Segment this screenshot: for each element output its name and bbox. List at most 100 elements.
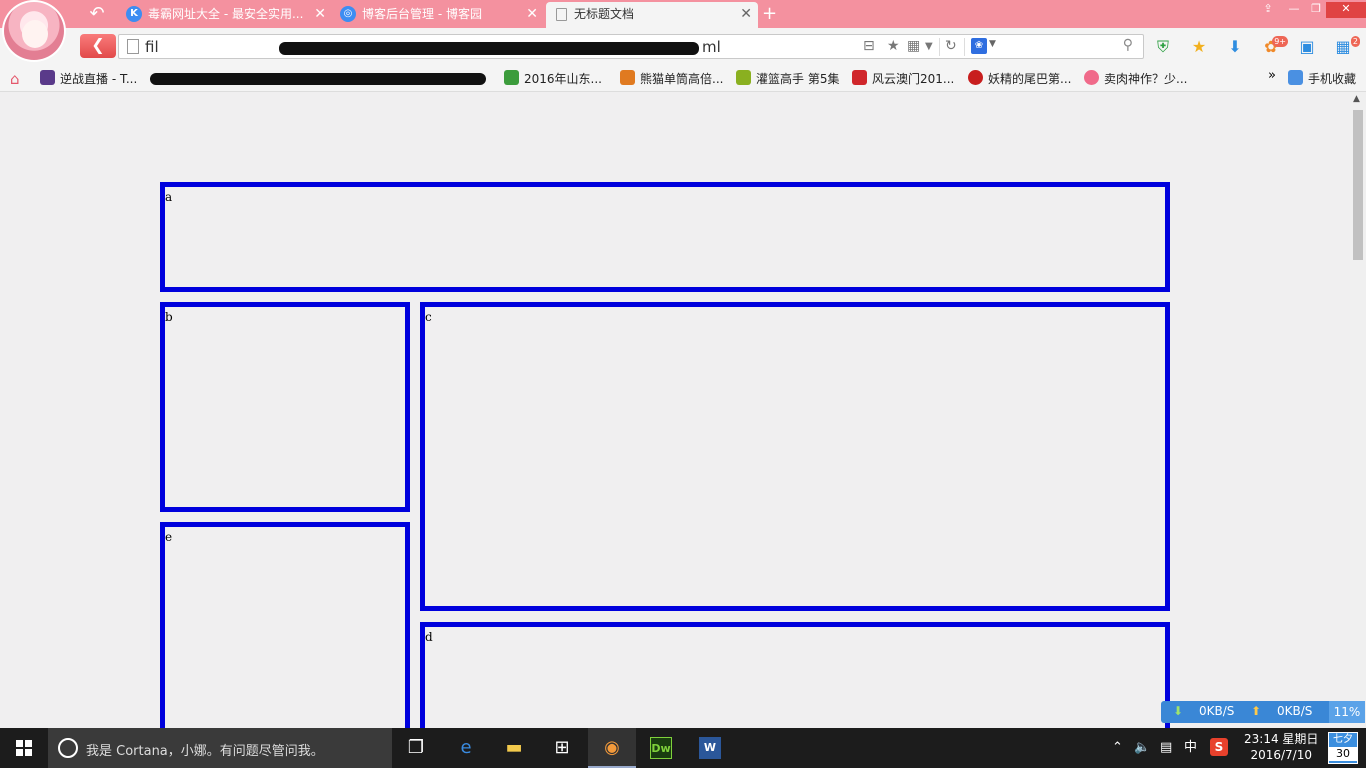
file-explorer-icon[interactable]: ▬ [490,728,538,768]
url-text: fil [145,38,159,56]
cortana-text: 我是 Cortana，小娜。有问题尽管问我。 [86,744,324,759]
skin-icon[interactable]: ⇪ [1256,2,1280,18]
url-suffix: ml [702,38,721,56]
task-view-icon[interactable]: ❐ [392,728,440,768]
bookmark-icon [620,70,635,85]
tab-label: 无标题文档 [574,7,635,21]
ime-indicator[interactable]: 中 [1184,728,1197,768]
cnblogs-icon: ◎ [340,6,356,22]
box-e: e [160,522,410,752]
calendar-festival: 七夕 [1333,734,1353,745]
download-icon[interactable]: ⬇ [1224,36,1246,58]
search-icon[interactable]: ⚲ [1123,37,1133,53]
close-icon[interactable]: ✕ [740,2,752,26]
new-tab-button[interactable]: + [762,3,777,24]
box-b: b [160,302,410,512]
scrollbar-thumb[interactable] [1353,110,1363,260]
close-button[interactable]: ✕ [1326,2,1366,18]
download-speed: 0KB/S [1199,704,1235,718]
qr-code-icon[interactable]: ▦ [907,38,920,54]
close-icon[interactable]: ✕ [526,2,538,26]
undo-close-tab-icon[interactable]: ↶ [86,4,108,24]
box-label: c [425,310,432,324]
upload-arrow-icon: ⬆ [1251,704,1262,718]
box-label: b [165,310,173,324]
sogou-icon[interactable]: S [1210,728,1228,768]
network-speed-widget[interactable]: ⬇ 0KB/S ⬆ 0KB/S 11% [1161,701,1365,723]
bookmark-item[interactable]: 逆战直播 - T... [40,70,137,87]
bookmark-item[interactable]: 妖精的尾巴第... [968,70,1071,87]
taskbar: 我是 Cortana，小娜。有问题尽管问我。 ❐ e ▬ ⊞ ◉ Dw W ⌃ … [0,728,1366,768]
bookmark-icon [852,70,867,85]
clock[interactable]: 23:14 星期日 2016/7/10 [1244,731,1318,763]
mobile-favorites[interactable]: 手机收藏 [1288,70,1356,87]
vertical-scrollbar[interactable]: ▲ [1350,92,1366,728]
user-avatar[interactable] [2,0,66,62]
close-icon[interactable]: ✕ [314,2,326,26]
tab-duba[interactable]: K 毒霸网址大全 - 最安全实用... ✕ [120,2,332,28]
search-field[interactable]: ❀ ▼ ⚲ [969,37,1139,57]
favorites-star-icon[interactable]: ★ [1188,36,1210,58]
volume-icon[interactable]: 🔈 [1134,728,1150,768]
minimize-button[interactable]: — [1282,2,1306,18]
tab-untitled[interactable]: 无标题文档 ✕ [546,2,758,28]
bookmark-item[interactable]: 风云澳门201... [852,70,954,87]
bookmark-icon [736,70,751,85]
bookmarks-bar: ⌂ 逆战直播 - T... 2016年山东... 熊猫单筒高倍... 灌篮高手 … [0,64,1366,92]
windows-icon [16,740,32,756]
cortana-search[interactable]: 我是 Cortana，小娜。有问题尽管问我。 [48,728,392,768]
search-input[interactable] [1003,37,1123,57]
upload-speed: 0KB/S [1277,704,1313,718]
download-arrow-icon: ⬇ [1173,704,1184,718]
k-icon: K [126,6,142,22]
scroll-up-icon[interactable]: ▲ [1353,94,1360,104]
more-bookmarks-button[interactable]: » [1268,68,1276,83]
navigation-bar: ❮ fil ml ⊟ ★ ▦ ▼ ↻ ❀ ▼ ⚲ ⛨ ★ ⬇ ✿ 9+ ▣ ▦ 2 [0,28,1366,64]
start-button[interactable] [0,728,48,768]
chevron-down-icon[interactable]: ▼ [925,41,933,52]
tab-cnblogs[interactable]: ◎ 博客后台管理 - 博客园 ✕ [334,2,544,28]
star-icon[interactable]: ★ [887,38,900,54]
date-text: 2016/7/10 [1250,748,1312,762]
game-icon[interactable]: ✿ 9+ [1260,36,1288,58]
shield-icon[interactable]: ⛨ [1152,36,1174,58]
adblock-icon[interactable]: ⊟ [863,38,875,54]
maximize-button[interactable]: ❐ [1304,2,1328,18]
refresh-icon[interactable]: ↻ [945,38,957,54]
tv-icon[interactable]: ▣ [1296,36,1318,58]
box-label: a [165,190,173,204]
tab-label: 博客后台管理 - 博客园 [362,7,482,21]
home-icon[interactable]: ⌂ [10,70,20,88]
word-icon[interactable]: W [686,728,734,768]
bookmark-item[interactable]: 2016年山东... [504,70,602,87]
apps-icon[interactable]: ▦ 2 [1332,36,1360,58]
bookmark-item[interactable]: 灌篮高手 第5集 [736,70,839,87]
time-text: 23:14 星期日 [1244,732,1319,746]
dreamweaver-icon[interactable]: Dw [637,728,685,768]
tab-label: 毒霸网址大全 - 最安全实用... [148,7,304,21]
bookmark-icon [504,70,519,85]
chevron-down-icon[interactable]: ▼ [989,39,996,49]
chevron-up-icon[interactable]: ⌃ [1112,728,1123,768]
bookmark-item[interactable]: 熊猫单筒高倍... [620,70,723,87]
cpu-percent: 11% [1329,701,1365,723]
box-label: d [425,630,433,644]
notification-icon[interactable]: ▤ [1160,728,1172,768]
document-icon [556,8,567,21]
store-icon[interactable]: ⊞ [538,728,586,768]
calendar-day: 30 [1329,747,1357,761]
box-a: a [160,182,1170,292]
back-button[interactable]: ❮ [80,34,116,58]
baidu-icon[interactable]: ❀ [971,38,987,54]
bookmark-item[interactable]: 卖肉神作？少... [1084,70,1187,87]
box-label: e [165,530,173,544]
address-bar[interactable]: fil ml ⊟ ★ ▦ ▼ ↻ ❀ ▼ ⚲ [118,34,1144,59]
edge-icon[interactable]: e [442,728,490,768]
browser-icon[interactable]: ◉ [588,728,636,768]
page-icon [127,39,139,54]
page-content: a b c e d [0,92,1350,752]
calendar-widget[interactable]: 七夕 30 [1328,732,1358,764]
bookmark-icon [968,70,983,85]
box-c: c [420,302,1170,611]
redacted-bookmarks [150,73,486,85]
